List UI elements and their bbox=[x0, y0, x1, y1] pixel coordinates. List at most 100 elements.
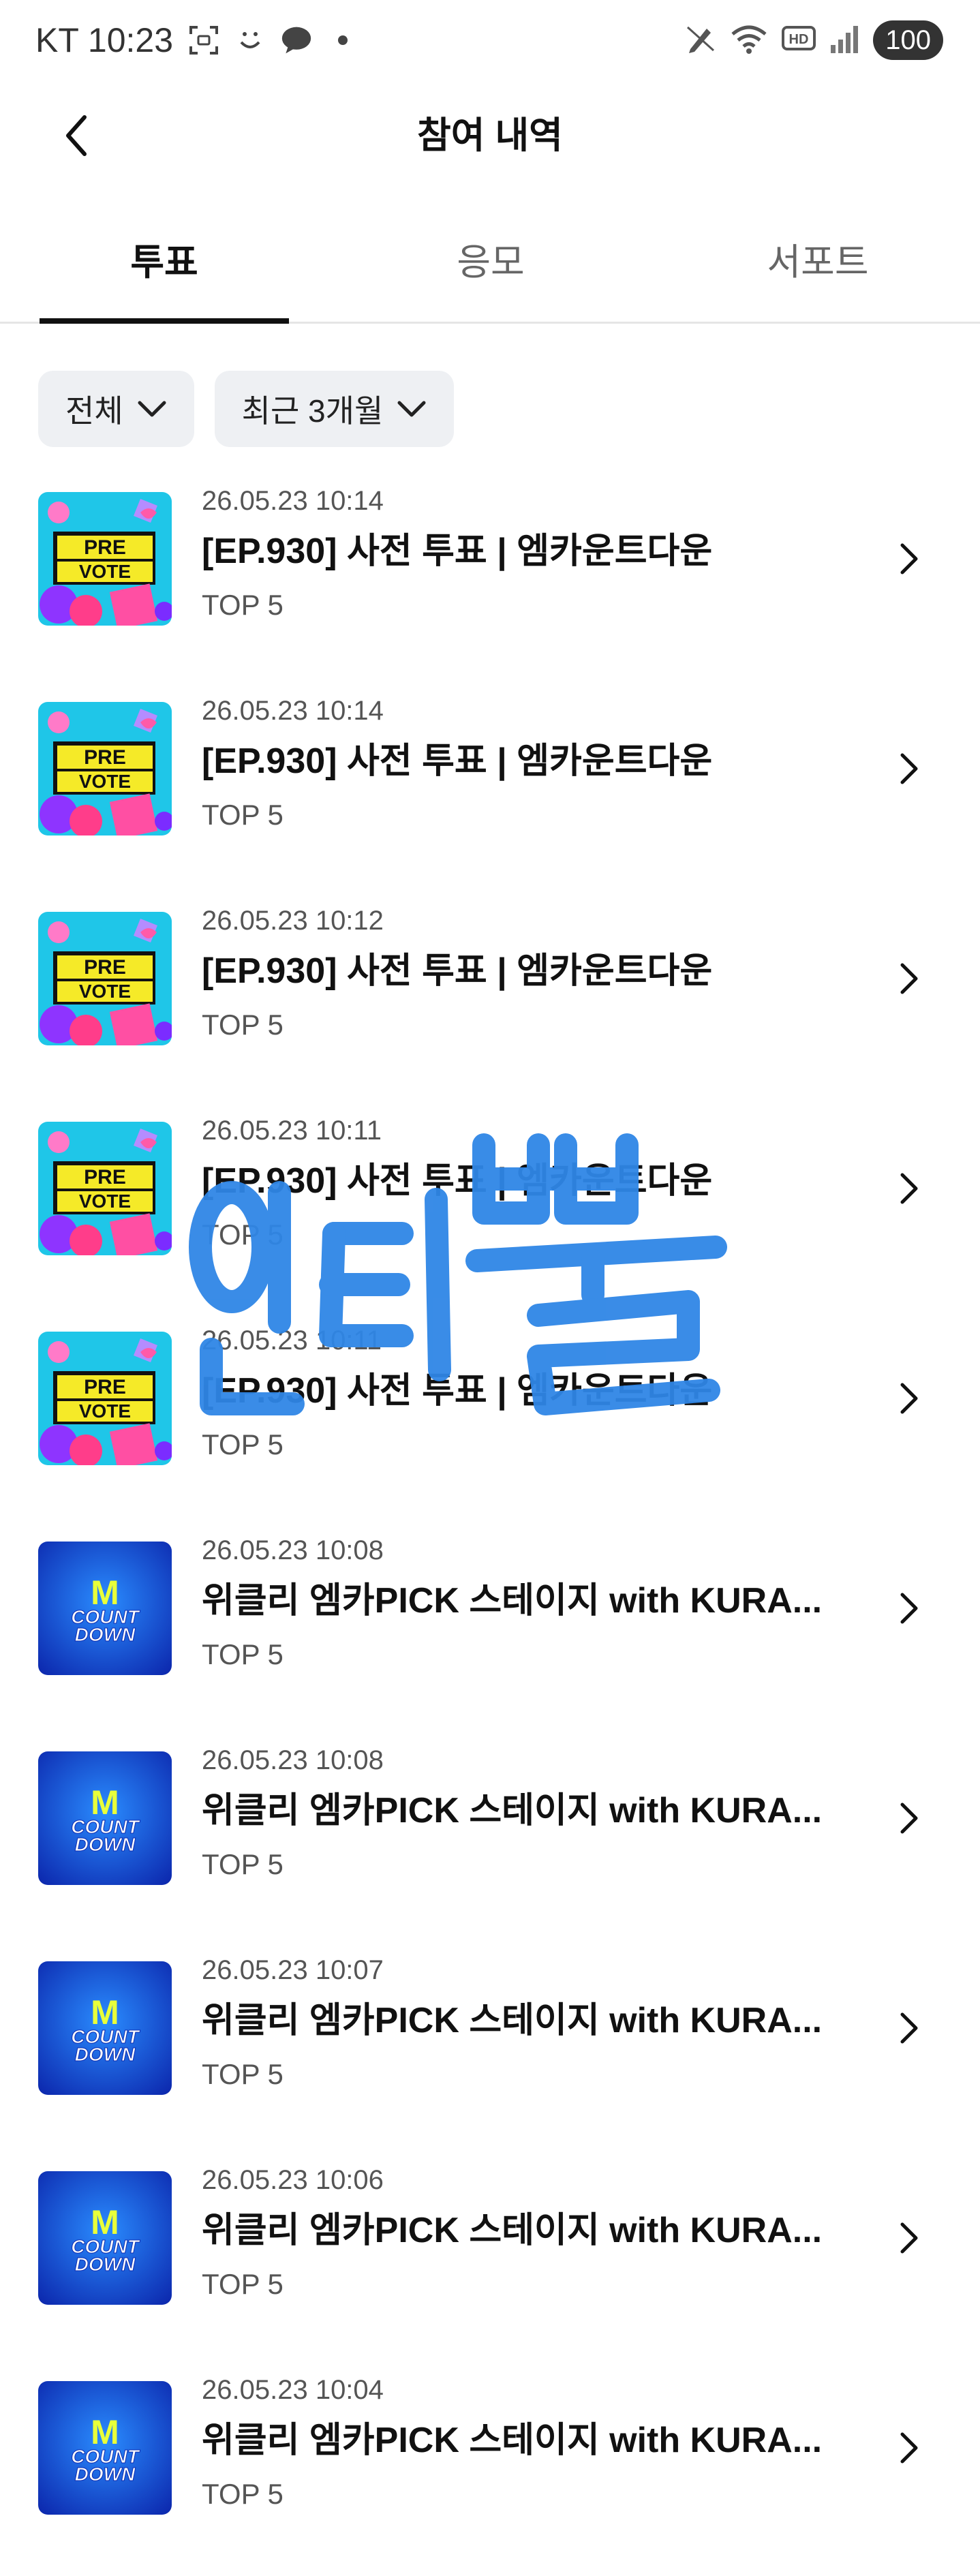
mcountdown-thumbnail: M COUNT DOWN bbox=[38, 1751, 172, 1885]
svg-text:VOTE: VOTE bbox=[79, 561, 131, 582]
item-date: 26.05.23 10:08 bbox=[202, 1745, 384, 1775]
list-item[interactable]: PRE VOTE 26.05.23 10:14 [EP.930] 사전 투표 | … bbox=[0, 687, 980, 897]
item-title: 위클리 엠카PICK 스테이지 with KURA... bbox=[202, 2001, 823, 2040]
battery-indicator: 100 bbox=[873, 20, 943, 60]
item-date: 26.05.23 10:06 bbox=[202, 2165, 384, 2195]
item-subtitle: TOP 5 bbox=[202, 1218, 284, 1251]
item-date: 26.05.23 10:08 bbox=[202, 1535, 384, 1565]
dot-icon bbox=[327, 25, 358, 56]
period-filter-label: 최근 3개월 bbox=[241, 393, 384, 429]
svg-text:PRE: PRE bbox=[84, 1166, 126, 1189]
item-title: [EP.930] 사전 투표 | 엠카운트다운 bbox=[202, 741, 713, 781]
item-date: 26.05.23 10:04 bbox=[202, 2375, 384, 2405]
svg-text:PRE: PRE bbox=[84, 746, 126, 769]
type-filter-label: 전체 bbox=[65, 393, 123, 429]
prevote-thumbnail-image: PRE VOTE bbox=[38, 912, 172, 1045]
prevote-thumbnail-image: PRE VOTE bbox=[38, 702, 172, 835]
item-subtitle: TOP 5 bbox=[202, 799, 284, 831]
type-filter-dropdown[interactable]: 전체 bbox=[38, 371, 194, 447]
status-left: KT 10:23 bbox=[35, 20, 358, 60]
list-item[interactable]: M COUNT DOWN 26.05.23 10:08 위클리 엠카PICK 스테… bbox=[0, 1736, 980, 1946]
prevote-thumbnail: PRE VOTE bbox=[38, 702, 172, 835]
item-subtitle: TOP 5 bbox=[202, 589, 284, 621]
svg-text:VOTE: VOTE bbox=[79, 1191, 131, 1212]
item-subtitle: TOP 5 bbox=[202, 1848, 284, 1880]
chevron-right-icon bbox=[900, 1173, 918, 1204]
mcountdown-thumbnail: M COUNT DOWN bbox=[38, 1542, 172, 1675]
item-date: 26.05.23 10:11 bbox=[202, 1116, 382, 1146]
chevron-right-icon bbox=[900, 543, 918, 574]
signal-icon bbox=[829, 23, 859, 58]
item-subtitle: TOP 5 bbox=[202, 1428, 284, 1460]
item-title: 위클리 엠카PICK 스테이지 with KURA... bbox=[202, 1791, 823, 1830]
chevron-down-icon bbox=[397, 401, 426, 417]
list-item[interactable]: PRE VOTE 26.05.23 10:11 [EP.930] 사전 투표 | … bbox=[0, 1317, 980, 1527]
mcountdown-thumbnail-image: M COUNT DOWN bbox=[38, 1542, 172, 1675]
prevote-thumbnail: PRE VOTE bbox=[38, 492, 172, 626]
svg-text:PRE: PRE bbox=[84, 956, 126, 979]
item-date: 26.05.23 10:07 bbox=[202, 1955, 384, 1985]
item-subtitle: TOP 5 bbox=[202, 2268, 284, 2300]
chevron-right-icon bbox=[900, 1383, 918, 1414]
svg-text:DOWN: DOWN bbox=[75, 1624, 136, 1645]
svg-text:PRE: PRE bbox=[84, 536, 126, 559]
prevote-thumbnail: PRE VOTE bbox=[38, 1332, 172, 1465]
item-date: 26.05.23 10:14 bbox=[202, 486, 384, 516]
tab-bar: 투표 응모 서포트 bbox=[0, 204, 980, 324]
svg-text:HD: HD bbox=[789, 32, 809, 47]
hd-icon: HD bbox=[782, 23, 816, 58]
item-date: 26.05.23 10:14 bbox=[202, 696, 384, 726]
active-tab-indicator bbox=[40, 318, 289, 324]
list-item[interactable]: M COUNT DOWN 26.05.23 10:07 위클리 엠카PICK 스테… bbox=[0, 1946, 980, 2156]
svg-text:DOWN: DOWN bbox=[75, 2044, 136, 2065]
chevron-right-icon bbox=[900, 1803, 918, 1834]
item-date: 26.05.23 10:11 bbox=[202, 1325, 382, 1355]
item-date: 26.05.23 10:12 bbox=[202, 906, 384, 936]
prevote-thumbnail-image: PRE VOTE bbox=[38, 492, 172, 626]
prevote-thumbnail-image: PRE VOTE bbox=[38, 1122, 172, 1255]
list-item[interactable]: M COUNT DOWN 26.05.23 10:04 위클리 엠카PICK 스테… bbox=[0, 2366, 980, 2576]
filter-bar: 전체 최근 3개월 bbox=[38, 371, 455, 447]
mcountdown-thumbnail: M COUNT DOWN bbox=[38, 2381, 172, 2515]
mcountdown-thumbnail-image: M COUNT DOWN bbox=[38, 2171, 172, 2305]
chevron-right-icon bbox=[900, 2432, 918, 2464]
chevron-right-icon bbox=[900, 963, 918, 994]
tab-vote[interactable]: 투표 bbox=[40, 239, 289, 286]
list-item[interactable]: M COUNT DOWN 26.05.23 10:06 위클리 엠카PICK 스테… bbox=[0, 2156, 980, 2366]
item-subtitle: TOP 5 bbox=[202, 1638, 284, 1670]
mcountdown-thumbnail-image: M COUNT DOWN bbox=[38, 1961, 172, 2095]
item-subtitle: TOP 5 bbox=[202, 2478, 284, 2510]
chevron-right-icon bbox=[900, 2222, 918, 2254]
item-subtitle: TOP 5 bbox=[202, 1009, 284, 1041]
chevron-down-icon bbox=[138, 401, 166, 417]
status-right: HD 100 bbox=[685, 20, 943, 60]
period-filter-dropdown[interactable]: 최근 3개월 bbox=[214, 371, 455, 447]
svg-text:PRE: PRE bbox=[84, 1376, 126, 1398]
mcountdown-thumbnail: M COUNT DOWN bbox=[38, 2171, 172, 2305]
chevron-right-icon bbox=[900, 2012, 918, 2044]
item-title: 위클리 엠카PICK 스테이지 with KURA... bbox=[202, 2211, 823, 2250]
item-title: [EP.930] 사전 투표 | 엠카운트다운 bbox=[202, 532, 713, 571]
svg-text:DOWN: DOWN bbox=[75, 2254, 136, 2275]
list-item[interactable]: M COUNT DOWN 26.05.23 10:08 위클리 엠카PICK 스테… bbox=[0, 1527, 980, 1736]
item-title: 위클리 엠카PICK 스테이지 with KURA... bbox=[202, 1581, 823, 1621]
page-title: 참여 내역 bbox=[417, 115, 563, 156]
tab-support[interactable]: 서포트 bbox=[695, 239, 940, 286]
item-title: [EP.930] 사전 투표 | 엠카운트다운 bbox=[202, 1161, 713, 1201]
prevote-thumbnail: PRE VOTE bbox=[38, 912, 172, 1045]
tab-entry[interactable]: 응모 bbox=[368, 239, 613, 286]
svg-text:DOWN: DOWN bbox=[75, 1834, 136, 1855]
chevron-right-icon bbox=[900, 753, 918, 784]
item-subtitle: TOP 5 bbox=[202, 2058, 284, 2090]
list-item[interactable]: PRE VOTE 26.05.23 10:11 [EP.930] 사전 투표 | … bbox=[0, 1107, 980, 1317]
prevote-thumbnail: PRE VOTE bbox=[38, 1122, 172, 1255]
chevron-right-icon bbox=[900, 1593, 918, 1624]
prevote-thumbnail-image: PRE VOTE bbox=[38, 1332, 172, 1465]
smile-icon bbox=[234, 25, 266, 56]
list-item[interactable]: PRE VOTE 26.05.23 10:12 [EP.930] 사전 투표 | … bbox=[0, 897, 980, 1107]
pen-off-icon bbox=[685, 23, 716, 58]
svg-text:VOTE: VOTE bbox=[79, 981, 131, 1002]
list-item[interactable]: PRE VOTE 26.05.23 10:14 [EP.930] 사전 투표 | … bbox=[0, 477, 980, 687]
wifi-icon bbox=[730, 23, 768, 58]
mcountdown-thumbnail: M COUNT DOWN bbox=[38, 1961, 172, 2095]
